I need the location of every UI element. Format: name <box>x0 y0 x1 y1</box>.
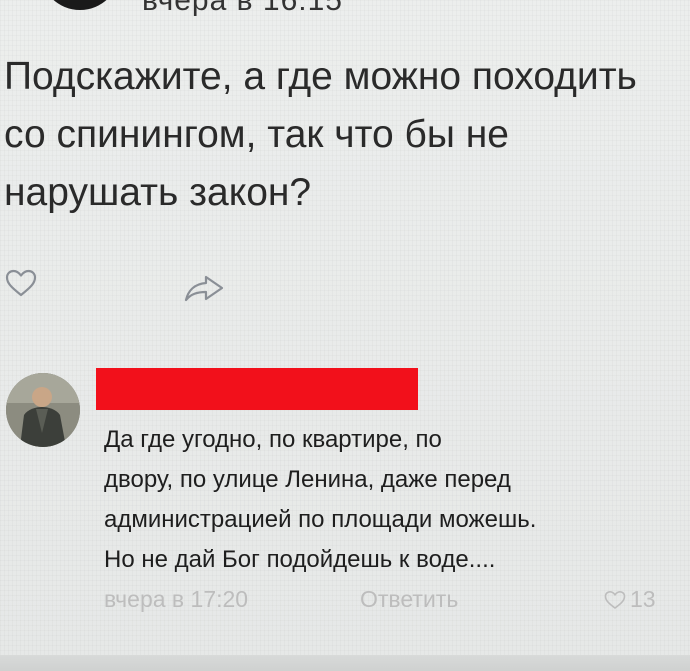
heart-icon[interactable] <box>5 268 37 298</box>
comment-like-count: 13 <box>630 586 656 612</box>
heart-icon <box>604 590 626 609</box>
comment-time: вчера в 17:20 <box>104 586 249 612</box>
comment-like-button[interactable]: 13 <box>604 586 656 613</box>
comment-text: Да где угодно, по квартире, по двору, по… <box>104 420 688 580</box>
comment-line: Но не дай Бог подойдешь к воде.... <box>104 546 496 573</box>
screen-bottom-edge <box>0 655 690 671</box>
reply-button[interactable]: Ответить <box>360 586 458 613</box>
post-text: Подскажите, а где можно походить со спин… <box>4 55 637 214</box>
comment-author-avatar[interactable] <box>6 373 80 447</box>
share-icon[interactable] <box>184 273 224 303</box>
comment-line: двору, по улице Ленина, даже перед <box>104 466 511 493</box>
comment-line: администрацией по площади можешь. <box>104 506 537 533</box>
post-author-avatar[interactable] <box>40 0 120 10</box>
post-time: вчера в 16:15 <box>142 0 343 17</box>
screenshot: вчера в 16:15 Подскажите, а где можно по… <box>0 0 690 671</box>
comment-meta: вчера в 17:20 Ответить 13 <box>104 586 688 618</box>
comment-line: Да где угодно, по квартире, по <box>104 426 442 453</box>
avatar-photo-icon <box>6 373 80 447</box>
redacted-author-name <box>96 368 418 410</box>
